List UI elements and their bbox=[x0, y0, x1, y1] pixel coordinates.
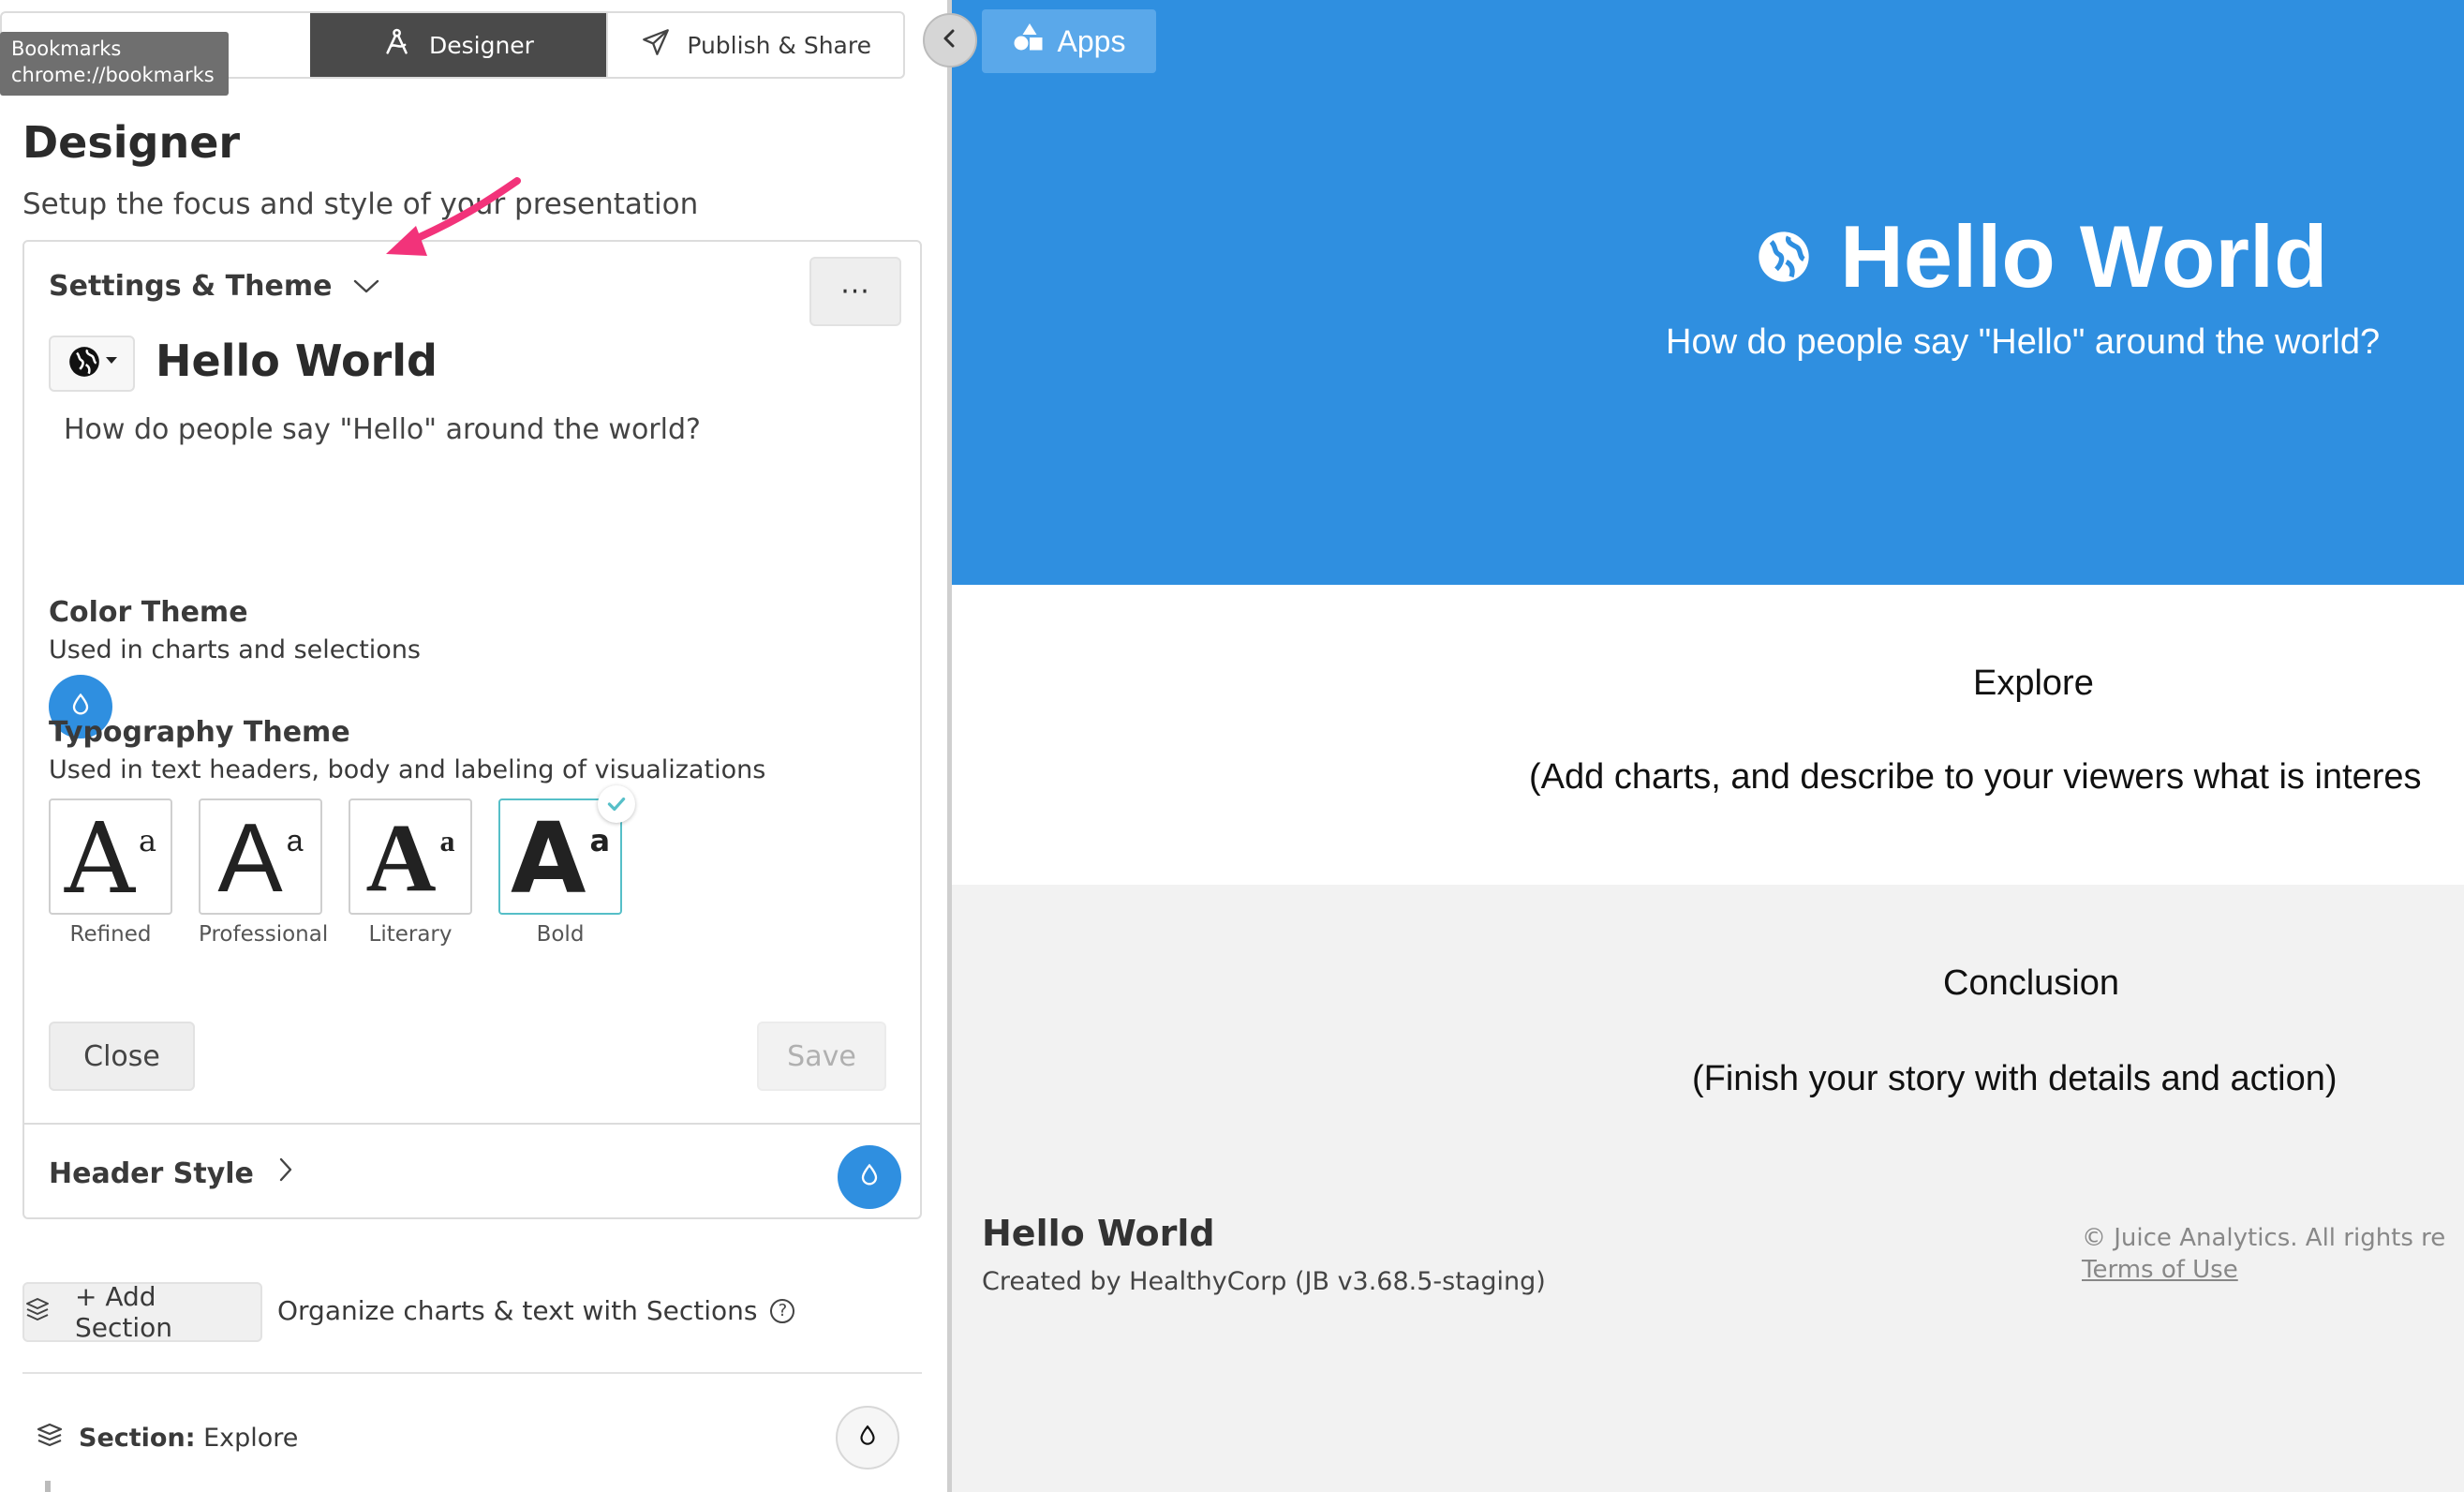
apps-icon bbox=[1013, 21, 1046, 62]
typography-options: Aa Refined Aa Professional Aa Literary A… bbox=[49, 785, 635, 947]
typography-theme-heading: Typography Theme bbox=[49, 716, 350, 749]
chevron-right-icon bbox=[278, 1156, 293, 1190]
hero-title-text: Hello World bbox=[1840, 207, 2328, 306]
footer-title: Hello World bbox=[982, 1213, 1215, 1254]
typography-preview: Aa bbox=[199, 798, 322, 915]
bookmarks-tooltip: Bookmarks chrome://bookmarks bbox=[0, 32, 229, 96]
terms-of-use-link[interactable]: Terms of Use bbox=[2082, 1256, 2238, 1284]
tab-publish-share[interactable]: Publish & Share bbox=[606, 13, 903, 77]
close-button[interactable]: Close bbox=[49, 1022, 195, 1091]
designer-icon bbox=[382, 26, 414, 64]
section-item-explore[interactable]: Section: Explore bbox=[36, 1421, 298, 1455]
globe-icon bbox=[67, 344, 102, 383]
scroll-indicator bbox=[45, 1481, 51, 1492]
droplet-icon bbox=[856, 1162, 883, 1192]
paper-plane-icon bbox=[640, 26, 672, 64]
add-section-help: Organize charts & text with Sections ? bbox=[277, 1295, 795, 1326]
glyph-large: A bbox=[64, 801, 136, 916]
conclusion-heading: Conclusion bbox=[1943, 963, 2119, 1003]
tab-designer-label: Designer bbox=[428, 31, 534, 59]
divider bbox=[24, 1123, 920, 1125]
glyph-small: a bbox=[139, 823, 157, 858]
presentation-subtitle-input[interactable]: How do people say "Hello" around the wor… bbox=[64, 413, 701, 446]
tab-publish-label: Publish & Share bbox=[687, 31, 871, 59]
typography-theme-description: Used in text headers, body and labeling … bbox=[49, 755, 766, 784]
typography-option-professional[interactable]: Aa Professional bbox=[199, 798, 329, 947]
header-style-color-button[interactable] bbox=[838, 1145, 901, 1209]
apps-label: Apps bbox=[1057, 23, 1126, 58]
explore-description: (Add charts, and describe to your viewer… bbox=[1529, 757, 2422, 797]
apps-button[interactable]: Apps bbox=[982, 9, 1156, 73]
tab-designer[interactable]: Designer bbox=[309, 13, 607, 77]
settings-theme-card: Settings & Theme ··· Hello World How do … bbox=[22, 240, 922, 1219]
icon-picker-button[interactable] bbox=[49, 336, 135, 392]
glyph-small: a bbox=[439, 824, 455, 858]
conclusion-description: (Finish your story with details and acti… bbox=[1692, 1059, 2338, 1098]
pointer-arrow-annotation bbox=[386, 177, 521, 256]
globe-icon bbox=[1754, 206, 1814, 307]
glyph-small: a bbox=[589, 823, 611, 858]
typography-option-label: Refined bbox=[69, 922, 152, 947]
hero-title: Hello World bbox=[1754, 206, 2328, 307]
divider bbox=[22, 1372, 922, 1374]
explore-heading: Explore bbox=[1973, 664, 2094, 703]
typography-option-literary[interactable]: Aa Literary bbox=[349, 798, 472, 947]
settings-theme-toggle[interactable]: Settings & Theme bbox=[49, 270, 380, 303]
layers-plus-icon bbox=[24, 1295, 67, 1330]
tooltip-line-2: chrome://bookmarks bbox=[11, 64, 215, 86]
droplet-icon bbox=[855, 1424, 880, 1452]
typography-option-refined[interactable]: Aa Refined bbox=[49, 798, 172, 947]
typography-option-bold[interactable]: Aa Bold bbox=[498, 785, 635, 947]
header-style-label: Header Style bbox=[49, 1156, 254, 1190]
section-prefix: Section: bbox=[79, 1424, 196, 1453]
chevron-left-icon bbox=[940, 28, 960, 52]
glyph-small: a bbox=[286, 824, 304, 858]
add-section-button[interactable]: + Add Section bbox=[22, 1281, 262, 1343]
help-icon[interactable]: ? bbox=[770, 1298, 795, 1323]
hero-header: Apps Hello World How do people say "Hell… bbox=[952, 0, 2464, 585]
designer-panel: Designer Publish & Share Bookmarks chrom… bbox=[0, 0, 947, 1492]
add-section-label: + Add Section bbox=[75, 1281, 173, 1343]
tooltip-line-1: Bookmarks bbox=[11, 37, 122, 60]
settings-theme-label: Settings & Theme bbox=[49, 270, 333, 303]
chevron-down-icon bbox=[352, 270, 380, 303]
color-theme-heading: Color Theme bbox=[49, 596, 248, 629]
page-subtitle: Setup the focus and style of your presen… bbox=[22, 187, 699, 221]
section-color-button[interactable] bbox=[836, 1406, 899, 1470]
glyph-large: A bbox=[365, 804, 437, 912]
header-style-toggle[interactable]: Header Style bbox=[49, 1156, 293, 1190]
conclusion-section: Conclusion (Finish your story with detai… bbox=[952, 885, 2464, 1492]
typography-preview: Aa bbox=[349, 798, 472, 915]
typography-preview: Aa bbox=[49, 798, 172, 915]
typography-option-label: Bold bbox=[536, 922, 585, 947]
typography-option-label: Professional bbox=[199, 922, 329, 947]
layers-icon bbox=[36, 1421, 64, 1455]
presentation-title-input[interactable]: Hello World bbox=[156, 336, 438, 386]
save-button[interactable]: Save bbox=[757, 1022, 886, 1091]
typography-preview: Aa bbox=[498, 785, 635, 916]
collapse-panel-button[interactable] bbox=[923, 13, 977, 67]
more-options-button[interactable]: ··· bbox=[809, 257, 901, 326]
glyph-large: A bbox=[510, 801, 586, 916]
footer-copyright: © Juice Analytics. All rights re bbox=[2082, 1224, 2446, 1252]
glyph-large: A bbox=[217, 804, 283, 913]
typography-option-label: Literary bbox=[368, 922, 453, 947]
caret-down-icon bbox=[106, 356, 117, 364]
hero-subtitle: How do people say "Hello" around the wor… bbox=[1666, 322, 2381, 362]
section-name: Explore bbox=[203, 1424, 299, 1453]
page-title: Designer bbox=[22, 117, 241, 168]
add-section-help-text: Organize charts & text with Sections bbox=[277, 1295, 758, 1326]
check-icon bbox=[598, 785, 635, 823]
presentation-preview: Apps Hello World How do people say "Hell… bbox=[952, 0, 2464, 1492]
footer-subtitle: Created by HealthyCorp (JB v3.68.5-stagi… bbox=[982, 1267, 1546, 1296]
color-theme-description: Used in charts and selections bbox=[49, 635, 421, 664]
